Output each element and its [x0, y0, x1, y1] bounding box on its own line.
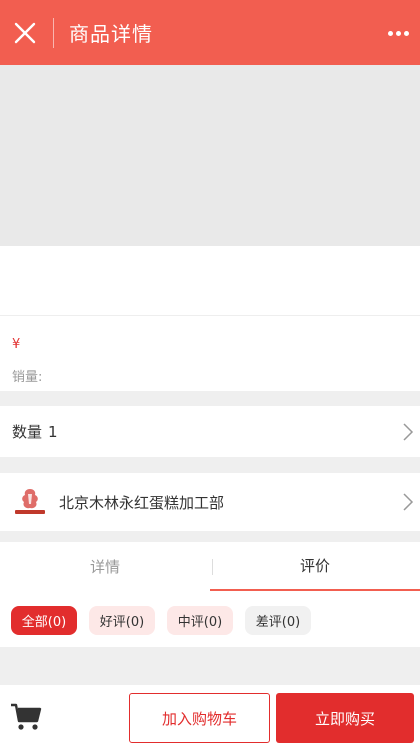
filter-all[interactable]: 全部(0): [11, 606, 77, 635]
page-title: 商品详情: [69, 22, 153, 46]
header-divider: [53, 17, 54, 48]
quantity-value: 1: [48, 422, 58, 441]
filter-negative[interactable]: 差评(0): [245, 606, 311, 635]
top-header: 商品详情: [0, 0, 420, 65]
close-icon: [14, 22, 36, 43]
close-button[interactable]: [2, 0, 48, 65]
price-section: ¥ 销量:: [0, 316, 420, 391]
tab-reviews[interactable]: 评价: [210, 542, 420, 591]
shop-name: 北京木林永红蛋糕加工部: [59, 494, 225, 512]
add-to-cart-button[interactable]: 加入购物车: [129, 693, 270, 743]
shop-row[interactable]: 北京木林永红蛋糕加工部: [0, 473, 420, 531]
tab-details[interactable]: 详情: [0, 542, 210, 591]
quantity-row[interactable]: 数量 1: [0, 406, 420, 457]
product-title-area: [0, 246, 420, 316]
cart-icon[interactable]: [10, 702, 42, 732]
product-image-placeholder: [0, 65, 420, 246]
more-dot: [403, 30, 409, 36]
tab-bar: 详情 评价: [0, 542, 420, 591]
chevron-right-icon: [403, 422, 414, 441]
sales-label: 销量:: [12, 370, 43, 385]
quantity-label: 数量: [12, 423, 43, 441]
shop-logo: [12, 484, 48, 520]
more-dot: [387, 30, 393, 36]
tab-separator: [212, 559, 213, 575]
more-button[interactable]: [384, 22, 412, 44]
price-symbol: ¥: [12, 337, 21, 352]
review-filter-bar: 全部(0) 好评(0) 中评(0) 差评(0): [0, 591, 420, 647]
bottom-action-bar: 加入购物车 立即购买: [0, 685, 420, 746]
chevron-right-icon: [403, 493, 414, 511]
filter-neutral[interactable]: 中评(0): [167, 606, 233, 635]
more-dot: [395, 30, 401, 36]
review-list: [0, 647, 420, 685]
filter-positive[interactable]: 好评(0): [89, 606, 155, 635]
buy-now-button[interactable]: 立即购买: [276, 693, 414, 743]
